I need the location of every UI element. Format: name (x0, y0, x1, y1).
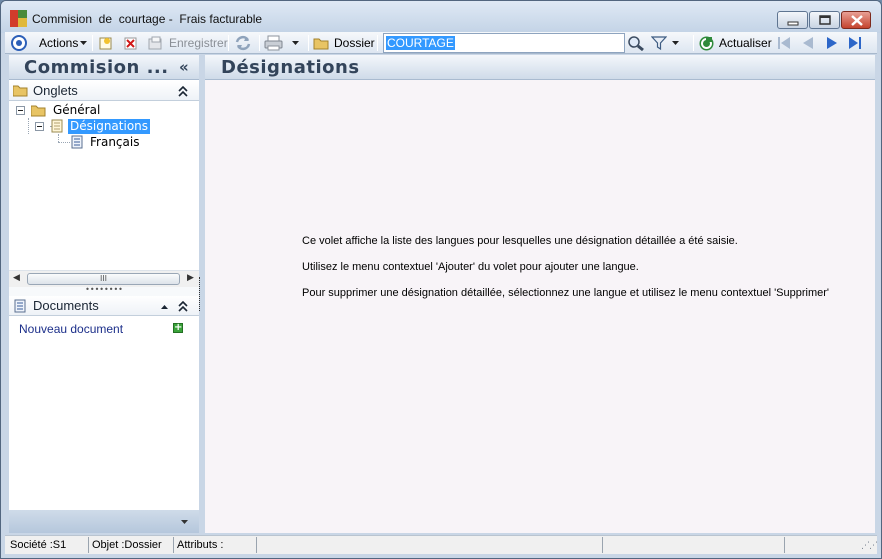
actions-menu[interactable]: Actions (39, 35, 88, 51)
collapse-section-icon[interactable] (178, 301, 188, 312)
chevron-down-icon (672, 41, 679, 45)
minimize-icon (787, 21, 799, 26)
tabs-section-label: Onglets (33, 83, 78, 98)
save-icon (148, 36, 162, 49)
info-text: Ce volet affiche la liste des langues po… (302, 235, 738, 247)
folder-label: Dossier (334, 36, 375, 50)
pane-divider (199, 277, 200, 311)
toolbar: Actions Enregistrer Dossier COURTAGE Act… (5, 32, 877, 54)
first-record-button[interactable] (776, 35, 792, 51)
toolbar-separator (308, 35, 309, 51)
status-separator (602, 537, 603, 553)
navigation-title: Commision ... (24, 57, 169, 78)
status-objet: Objet :Dossier (92, 539, 162, 551)
actions-label: Actions (39, 36, 79, 50)
toolbar-separator (693, 35, 694, 51)
toolbar-separator (92, 35, 93, 51)
new-icon[interactable] (98, 35, 113, 51)
previous-record-button[interactable] (800, 35, 816, 51)
tabs-section-header[interactable]: Onglets (9, 81, 199, 101)
tabs-tree: Général Désignations Français (9, 102, 199, 270)
title-bar: Commision de courtage - Frais facturable (1, 1, 881, 33)
save-button[interactable]: Enregistrer (148, 35, 228, 51)
add-document-icon[interactable]: + (173, 323, 183, 333)
status-separator (784, 537, 785, 553)
refresh-label: Actualiser (719, 36, 772, 50)
window-title: Commision de courtage - Frais facturable (32, 12, 263, 26)
tree-expander[interactable] (35, 122, 44, 131)
next-icon (827, 37, 837, 49)
filter-menu[interactable] (651, 35, 680, 51)
close-button[interactable] (841, 11, 871, 29)
collapse-section-icon[interactable] (178, 86, 188, 97)
tree-item-label: Général (53, 102, 101, 117)
document-icon (14, 299, 26, 313)
application-window: Commision de courtage - Frais facturable… (0, 0, 882, 559)
document-icon (71, 135, 83, 149)
search-icon[interactable] (627, 35, 645, 51)
next-record-button[interactable] (824, 35, 840, 51)
last-record-button[interactable] (847, 35, 863, 51)
tree-item-label: Français (90, 134, 140, 149)
scroll-thumb[interactable]: III (27, 273, 180, 285)
tree-expander[interactable] (16, 106, 25, 115)
chevron-down-icon (80, 41, 88, 45)
status-attributs: Attributs : (177, 539, 224, 551)
app-icon (10, 10, 27, 27)
search-value: COURTAGE (386, 36, 455, 50)
save-label: Enregistrer (169, 36, 228, 50)
status-societe: Société :S1 (10, 539, 67, 551)
folder-icon (313, 38, 329, 49)
document-icon (51, 119, 63, 133)
tree-item-label: Désignations (68, 118, 151, 134)
documents-section-label: Documents (33, 298, 99, 313)
info-text: Pour supprimer une désignation détaillée… (302, 287, 830, 299)
chevron-down-icon (292, 41, 299, 45)
printer-icon (264, 35, 283, 51)
maximize-button[interactable] (809, 11, 840, 29)
navigation-pane: Commision ... « Onglets Général Désignat… (9, 55, 199, 533)
navigation-footer (9, 510, 199, 533)
refresh-icon (699, 36, 714, 50)
folder-button[interactable]: Dossier (313, 35, 375, 51)
documents-section-header[interactable]: Documents (9, 296, 199, 316)
page-title: Désignations (221, 57, 360, 78)
navigation-header: Commision ... « (9, 55, 199, 80)
scroll-right-icon[interactable]: ▶ (187, 273, 194, 283)
new-document-link[interactable]: Nouveau document (19, 322, 123, 336)
target-icon[interactable] (10, 35, 28, 51)
status-separator (88, 537, 89, 553)
status-bar: Société :S1 Objet :Dossier Attributs : ⋰… (5, 535, 878, 554)
search-input[interactable]: COURTAGE (383, 33, 625, 53)
tree-item-general[interactable]: Général (31, 102, 102, 118)
tree-item-designations[interactable]: Désignations (51, 118, 151, 134)
resize-grip-icon[interactable]: ⋰⋰ (861, 541, 878, 551)
first-icon (778, 37, 790, 49)
status-separator (173, 537, 174, 553)
refresh-button[interactable]: Actualiser (698, 35, 772, 51)
tree-item-francais[interactable]: Français (71, 134, 141, 150)
main-header: Désignations (205, 55, 875, 80)
last-icon (849, 37, 861, 49)
sync-icon[interactable] (234, 35, 252, 51)
main-pane: Désignations Ce volet affiche la liste d… (205, 55, 875, 533)
restore-icon (819, 15, 831, 25)
toolbar-separator (259, 35, 260, 51)
status-separator (256, 537, 257, 553)
chevron-up-icon[interactable] (160, 304, 169, 310)
collapse-pane-button[interactable]: « (179, 58, 189, 76)
toolbar-separator (228, 35, 229, 51)
chevron-down-icon[interactable] (180, 519, 189, 525)
folder-icon (13, 85, 28, 97)
scroll-left-icon[interactable]: ◀ (13, 273, 20, 283)
close-icon (851, 15, 863, 26)
previous-icon (803, 37, 813, 49)
minimize-button[interactable] (777, 11, 808, 29)
print-menu[interactable] (264, 35, 300, 51)
filter-icon (651, 36, 667, 51)
delete-icon[interactable] (123, 35, 138, 51)
toolbar-separator (377, 35, 378, 51)
folder-open-icon (31, 105, 46, 116)
info-text: Utilisez le menu contextuel 'Ajouter' du… (302, 261, 639, 273)
